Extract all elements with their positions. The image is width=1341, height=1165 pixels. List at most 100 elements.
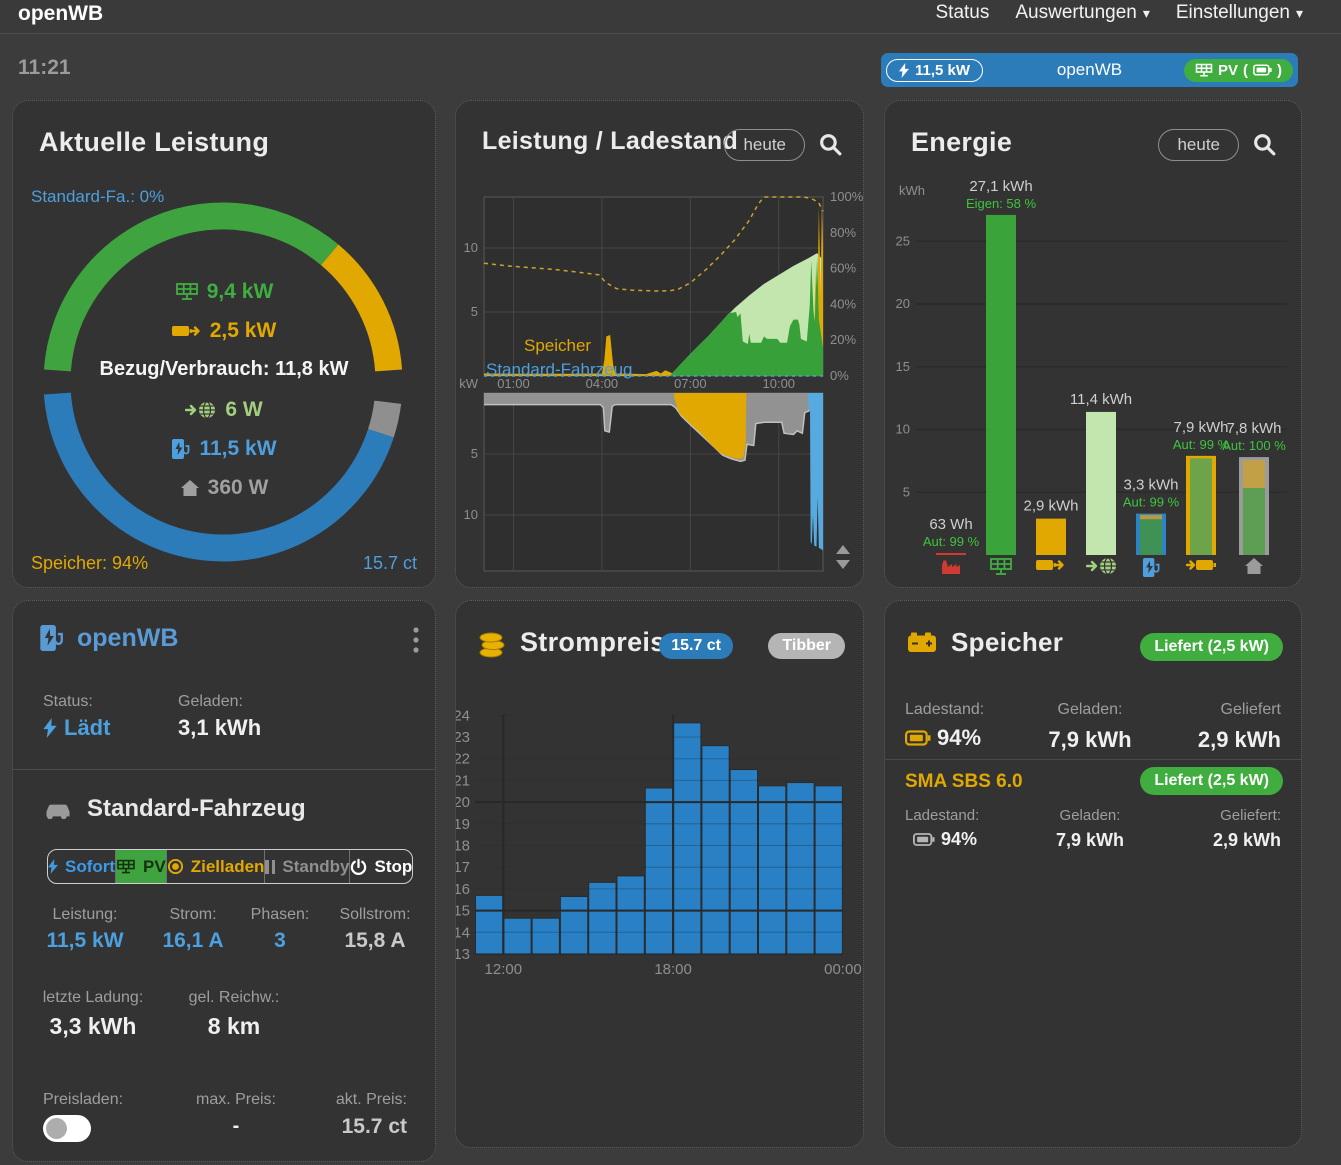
gauge-row-export: 6 W bbox=[13, 398, 435, 422]
bolt-icon bbox=[43, 718, 57, 738]
mode-button-stop[interactable]: Stop bbox=[350, 850, 412, 883]
mode-button-standby[interactable]: Standby bbox=[265, 850, 350, 883]
charge-mode-switcher: Sofort PV Zielladen Standby Stop bbox=[47, 849, 413, 884]
mode-button-pv[interactable]: PV bbox=[116, 850, 167, 883]
svg-text:25: 25 bbox=[896, 233, 910, 248]
card-leistung-ladestand: Leistung / Ladestand heute 105510100%80%… bbox=[455, 100, 864, 588]
svg-text:13: 13 bbox=[456, 946, 470, 963]
price-bar bbox=[645, 788, 672, 954]
svg-text:18: 18 bbox=[456, 838, 470, 855]
svg-text:07:00: 07:00 bbox=[674, 376, 707, 391]
svg-text:Aut: 99 %: Aut: 99 % bbox=[1123, 495, 1180, 510]
price-bar bbox=[504, 918, 531, 954]
battery-icon bbox=[1253, 64, 1272, 76]
svg-text:12:00: 12:00 bbox=[485, 961, 523, 978]
nav-item-einstellungen[interactable]: Einstellungen ▾ bbox=[1176, 2, 1303, 24]
svg-text:17: 17 bbox=[456, 859, 470, 876]
power-gauge[interactable] bbox=[13, 101, 437, 589]
svg-text:16: 16 bbox=[456, 881, 470, 898]
svg-text:5: 5 bbox=[903, 484, 910, 499]
charged-value: 3,1 kWh bbox=[178, 715, 261, 741]
energie-axis-icons bbox=[885, 557, 1301, 579]
car-icon bbox=[43, 800, 73, 819]
stat-label: letzte Ladung: bbox=[13, 989, 173, 1007]
chargepoint-icon bbox=[1142, 557, 1161, 578]
svg-text:0%: 0% bbox=[830, 368, 849, 383]
svg-text:5: 5 bbox=[471, 304, 478, 319]
gauge-row-house: 360 W bbox=[13, 476, 435, 500]
battery-status-badge: Liefert (2,5 kW) bbox=[1140, 633, 1283, 661]
svg-text:Aut: 99 %: Aut: 99 % bbox=[923, 534, 980, 549]
delivered-label: Geliefert: bbox=[1131, 807, 1281, 824]
price-bar bbox=[617, 876, 644, 954]
current-price-value: 15.7 ct bbox=[247, 1115, 407, 1139]
charge-power-pill: 11,5 kW bbox=[886, 59, 983, 82]
battery-icon bbox=[907, 631, 937, 653]
svg-text:2,9 kWh: 2,9 kWh bbox=[1023, 498, 1078, 515]
price-bar bbox=[730, 770, 757, 954]
energie-bar-battery-discharge bbox=[1036, 519, 1066, 555]
leistung-ladestand-chart[interactable]: 105510100%80%60%40%20%0%01:0004:0007:001… bbox=[456, 101, 865, 589]
svg-text:27,1 kWh: 27,1 kWh bbox=[969, 178, 1032, 195]
delivered-label: Geliefert bbox=[1131, 701, 1281, 719]
svg-text:15: 15 bbox=[456, 903, 470, 920]
price-bar bbox=[532, 918, 559, 954]
svg-text:7,9 kWh: 7,9 kWh bbox=[1173, 419, 1228, 436]
chargepoint-status-badge[interactable]: 11,5 kW openWB PV ( ) bbox=[881, 53, 1298, 87]
nav-item-auswertungen[interactable]: Auswertungen ▾ bbox=[1015, 2, 1150, 24]
chargepoint-icon bbox=[171, 438, 191, 460]
energie-bar-grid-export bbox=[1086, 412, 1116, 555]
soc-label: Ladestand: bbox=[905, 701, 984, 719]
gauge-row-grid: Bezug/Verbrauch: 11,8 kW bbox=[13, 358, 435, 381]
price-bar bbox=[476, 895, 503, 954]
svg-text:19: 19 bbox=[456, 816, 470, 833]
house-icon bbox=[1244, 557, 1264, 575]
house-icon bbox=[180, 479, 200, 497]
kebab-icon[interactable] bbox=[413, 625, 419, 655]
speicher-soc-label: Speicher: 94% bbox=[31, 553, 148, 574]
svg-text:10: 10 bbox=[464, 507, 478, 522]
pv-icon bbox=[989, 557, 1013, 577]
svg-text:60%: 60% bbox=[830, 261, 856, 276]
svg-text:40%: 40% bbox=[830, 296, 856, 311]
energie-bar-pv bbox=[986, 215, 1016, 555]
bolt-icon bbox=[899, 63, 909, 78]
svg-text:21: 21 bbox=[456, 772, 470, 789]
card-speicher: Speicher Liefert (2,5 kW) Ladestand: Gel… bbox=[884, 600, 1302, 1148]
gauge-row-chargepoint: 11,5 kW bbox=[13, 437, 435, 461]
svg-text:11,4 kWh: 11,4 kWh bbox=[1070, 391, 1132, 408]
strompreis-chart[interactable]: 13141516171819202122232412:0018:0000:00 bbox=[456, 601, 865, 1149]
mode-button-sofort[interactable]: Sofort bbox=[48, 850, 116, 883]
svg-text:20%: 20% bbox=[830, 332, 856, 347]
mode-button-zielladen[interactable]: Zielladen bbox=[167, 850, 266, 883]
card-title: Speicher bbox=[951, 627, 1063, 658]
svg-text:10: 10 bbox=[896, 422, 910, 437]
svg-text:24: 24 bbox=[456, 707, 470, 724]
price-bar bbox=[787, 783, 814, 954]
svg-text:Aut: 99 %: Aut: 99 % bbox=[1173, 437, 1230, 452]
price-bar bbox=[674, 723, 701, 954]
divider bbox=[885, 759, 1301, 760]
price-charging-toggle[interactable] bbox=[43, 1115, 91, 1142]
stat-label: Sollstrom: bbox=[305, 906, 445, 924]
power-icon bbox=[350, 858, 367, 876]
card-strompreis: Strompreis 15.7 ct Tibber 13141516171819… bbox=[455, 600, 864, 1148]
nav-item-status[interactable]: Status bbox=[936, 2, 990, 24]
caret-down-icon: ▾ bbox=[1143, 5, 1150, 22]
vehicle-title: Standard-Fahrzeug bbox=[43, 795, 306, 823]
soc-value: 94% bbox=[905, 725, 981, 751]
navbar: openWB Status Auswertungen ▾ Einstellung… bbox=[0, 0, 1341, 34]
gauge-row-battery-out: 2,5 kW bbox=[13, 319, 435, 343]
energie-bar-grid-import bbox=[936, 553, 966, 555]
svg-text:00:00: 00:00 bbox=[824, 961, 862, 978]
card-energie: Energie heute 510152025kWh63 WhAut: 99 %… bbox=[884, 100, 1302, 588]
target-icon bbox=[167, 858, 184, 875]
pv-icon bbox=[116, 859, 136, 875]
grid-export-icon bbox=[1086, 557, 1118, 575]
svg-text:Standard-Fahrzeug: Standard-Fahrzeug bbox=[486, 360, 632, 379]
price-bar bbox=[815, 786, 842, 954]
energie-chart[interactable]: 510152025kWh63 WhAut: 99 %27,1 kWhEigen:… bbox=[885, 101, 1303, 589]
charge-mode-pill: PV ( ) bbox=[1184, 59, 1293, 82]
chargepoint-icon bbox=[39, 623, 65, 653]
svg-text:3,3 kWh: 3,3 kWh bbox=[1123, 477, 1178, 494]
